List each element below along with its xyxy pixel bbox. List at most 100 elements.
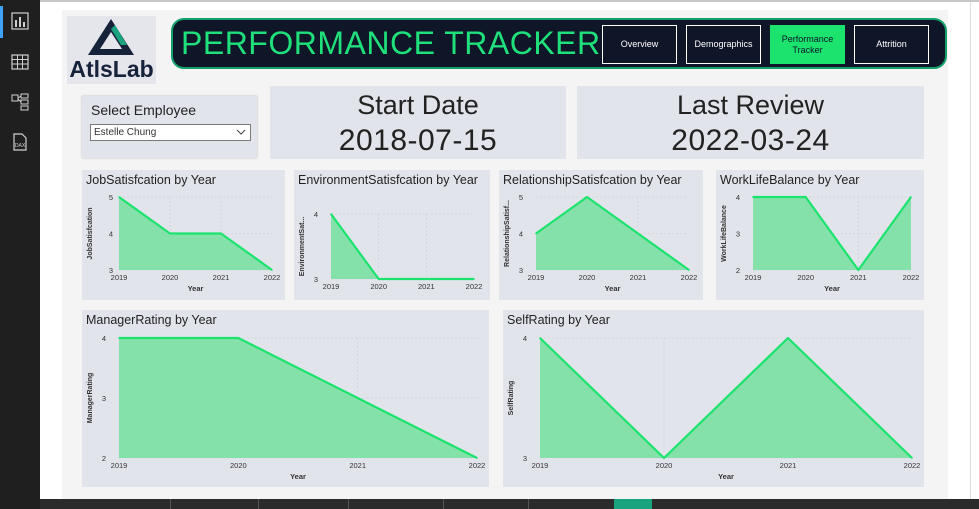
x-tick-label: 2020 (162, 273, 179, 282)
x-tick-label: 2019 (528, 273, 545, 282)
data-point (539, 337, 541, 339)
svg-text:DAX: DAX (15, 143, 26, 149)
nav-button-demographics[interactable]: Demographics (686, 25, 761, 64)
chart-worklifebalance: WorkLifeBalance by Year 4 3 2 2019 2020 2021 2… (716, 170, 924, 300)
view-switcher-bar: DAX (0, 0, 40, 509)
nav-button-performance-tracker[interactable]: Performance Tracker (770, 25, 845, 64)
x-tick-label: 2020 (370, 282, 387, 291)
page-tab[interactable] (40, 499, 171, 509)
x-axis-label: Year (188, 284, 204, 293)
x-tick-label: 2019 (323, 282, 340, 291)
nav-button-overview[interactable]: Overview (602, 25, 677, 64)
x-tick-label: 2021 (630, 273, 647, 282)
y-tick-label: 4 (736, 193, 740, 202)
model-view-icon[interactable] (11, 93, 29, 111)
data-point (663, 457, 665, 459)
nav-button-attrition[interactable]: Attrition (854, 25, 929, 64)
chart-svg: 4 3 2 2019 2020 2021 2022 Year ManagerRating (87, 334, 486, 481)
employee-dropdown[interactable]: Estelle Chung (90, 124, 251, 141)
y-tick-label: 3 (736, 230, 740, 239)
window-top-border (0, 0, 979, 2)
y-tick-label: 2 (102, 454, 106, 463)
x-tick-label: 2022 (466, 282, 483, 291)
data-point (476, 457, 478, 459)
chevron-down-icon (236, 129, 246, 135)
page-tab[interactable] (258, 499, 349, 509)
data-point (688, 269, 690, 271)
kpi-value: 2022-03-24 (671, 124, 830, 157)
x-tick-label: 2019 (111, 461, 128, 470)
y-tick-label: 4 (102, 334, 106, 343)
y-tick-label: 4 (519, 230, 523, 239)
data-point (356, 397, 359, 399)
x-tick-label: 2020 (230, 461, 247, 470)
data-point (787, 337, 789, 339)
chart-selfrating: SelfRating by Year 4 3 2019 2020 2021 2022 Yea… (503, 310, 924, 487)
employee-slicer: Select Employee Estelle Chung (82, 96, 257, 158)
x-tick-label: 2022 (903, 273, 920, 282)
y-tick-label: 5 (109, 193, 113, 202)
data-point (220, 232, 222, 235)
x-axis-label: Year (824, 284, 840, 293)
page-tab[interactable] (170, 499, 259, 509)
y-axis-label: EnvironmentSat... (299, 217, 306, 277)
x-tick-label: 2019 (745, 273, 762, 282)
y-tick-label: 3 (519, 266, 523, 275)
table-view-icon[interactable] (11, 53, 29, 71)
chart-svg: 5 4 3 2019 2020 2021 2022 Year RelationshipSatis… (504, 193, 698, 293)
report-view-icon[interactable] (11, 12, 29, 30)
data-point (377, 278, 380, 280)
data-point (752, 196, 754, 198)
y-axis-label: RelationshipSatisf... (504, 200, 511, 267)
logo-mark-icon (88, 19, 134, 55)
x-tick-label: 2021 (850, 273, 867, 282)
y-axis-label: JobSatisfcation (87, 207, 94, 259)
data-point (637, 232, 639, 235)
data-point (804, 196, 807, 198)
data-point (425, 278, 428, 280)
chart-svg: 4 3 2019 2020 2021 2022 EnvironmentSat... (299, 210, 483, 291)
chart-svg: 5432019 2020 2021 2022YearJobSatisfcation (87, 193, 280, 293)
data-point (271, 269, 273, 271)
data-point (911, 457, 913, 459)
data-point (237, 337, 240, 339)
y-tick-label: 4 (314, 210, 318, 219)
y-axis-label: ManagerRating (87, 373, 94, 424)
data-point (473, 278, 475, 280)
dax-query-view-icon[interactable]: DAX (11, 133, 29, 151)
kpi-value: 2018-07-15 (338, 124, 498, 157)
x-tick-label: 2019 (532, 461, 549, 470)
data-point (169, 232, 171, 235)
x-tick-label: 2022 (681, 273, 698, 282)
y-tick-label: 2 (736, 266, 740, 275)
chart-svg: 4 3 2 2019 2020 2021 2022 Year WorkLifeBalance (721, 193, 920, 293)
x-tick-label: 2022 (469, 461, 486, 470)
x-tick-label: 2020 (656, 461, 673, 470)
x-tick-label: 2021 (213, 273, 230, 282)
x-tick-label: 2019 (111, 273, 128, 282)
y-axis-label: SelfRating (508, 381, 515, 416)
page-tabs-bar (40, 499, 979, 509)
data-point (857, 269, 860, 271)
chart-svg: 4 3 2019 2020 2021 2022 Year SelfRating (508, 334, 920, 481)
y-tick-label: 3 (523, 454, 527, 463)
slicer-title: Select Employee (91, 102, 197, 118)
active-page-tab[interactable] (614, 499, 652, 509)
page-tab[interactable] (443, 499, 529, 509)
logo-text: AtlsLab (69, 56, 154, 82)
y-tick-label: 4 (523, 334, 527, 343)
dropdown-selected-value: Estelle Chung (94, 127, 157, 138)
x-tick-label: 2020 (579, 273, 596, 282)
kpi-label: Last Review (676, 90, 825, 120)
y-tick-label: 4 (109, 230, 113, 239)
data-point (118, 196, 120, 198)
x-tick-label: 2021 (780, 461, 797, 470)
right-pane-edge (970, 2, 979, 499)
chart-managerrating: ManagerRating by Year 4 3 2 2019 2020 2021 202… (82, 310, 489, 487)
data-point (586, 196, 588, 198)
x-axis-label: Year (718, 472, 734, 481)
page-tab[interactable] (348, 499, 444, 509)
x-axis-label: Year (605, 284, 621, 293)
active-view-indicator (0, 6, 3, 38)
page-title: PERFORMANCE TRACKER (181, 25, 601, 61)
